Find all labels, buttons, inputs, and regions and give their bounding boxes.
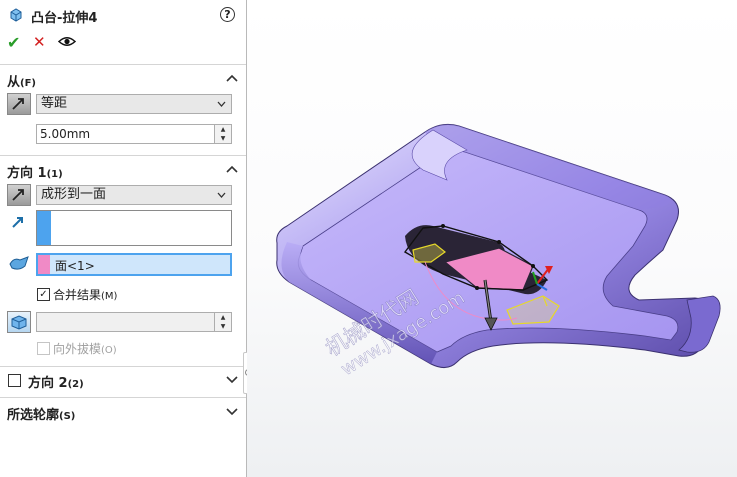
direction1-section-header[interactable]: 方向 1(1)	[7, 162, 63, 181]
property-manager: 凸台-拉伸4 ? ✔ ✕ 从(F) 等距 5.00mm ▲ ▼ 方向 1(1) 成…	[0, 0, 247, 477]
end-condition-select[interactable]: 成形到一面	[36, 185, 232, 205]
separator	[0, 397, 246, 398]
spin-buttons[interactable]: ▲ ▼	[214, 313, 231, 331]
from-condition-select[interactable]: 等距	[36, 94, 232, 114]
selected-contours-section-header[interactable]: 所选轮廓(S)	[7, 404, 75, 423]
spin-down-icon[interactable]: ▼	[215, 322, 231, 331]
chevron-up-icon[interactable]	[226, 165, 238, 173]
offset-value: 5.00mm	[40, 127, 91, 141]
direction-arrow-icon[interactable]	[10, 215, 26, 229]
merge-key: (M)	[101, 291, 118, 302]
from-key: (F)	[20, 78, 36, 89]
separator	[0, 366, 246, 367]
selected-face-item[interactable]: 面<1>	[55, 257, 95, 274]
merge-label-text: 合并结果	[53, 288, 102, 302]
cancel-button[interactable]: ✕	[33, 33, 46, 51]
selection-color-bar	[38, 255, 50, 274]
direction2-title: 方向 2	[28, 376, 68, 391]
direction2-key: (2)	[67, 379, 84, 390]
direction-vector-selection-box[interactable]	[36, 210, 232, 246]
merge-result-label[interactable]: 合并结果(M)	[53, 286, 117, 303]
from-condition-value: 等距	[41, 96, 68, 111]
chevron-up-icon[interactable]	[226, 74, 238, 82]
chevron-down-icon[interactable]	[226, 408, 238, 416]
draft-angle-field[interactable]: ▲ ▼	[36, 312, 232, 332]
selection-color-bar	[37, 211, 51, 245]
draft-key: (O)	[101, 345, 117, 356]
draft-icon[interactable]	[7, 311, 31, 333]
feature-title: 凸台-拉伸4	[31, 11, 98, 26]
sketch-point	[475, 286, 479, 290]
direction1-key: (1)	[46, 169, 63, 180]
separator	[0, 64, 246, 65]
merge-result-checkbox[interactable]: ✓	[37, 288, 50, 301]
chevron-down-icon	[217, 192, 226, 198]
end-condition-icon	[7, 184, 31, 206]
chevron-down-icon	[217, 101, 226, 107]
chevron-down-icon[interactable]	[226, 376, 238, 384]
boss-extrude-icon	[10, 8, 22, 22]
sketch-point	[497, 240, 501, 244]
spin-up-icon[interactable]: ▲	[215, 125, 231, 134]
sketch-point	[531, 264, 535, 268]
spin-down-icon[interactable]: ▼	[215, 134, 231, 143]
start-condition-icon	[7, 93, 31, 115]
spin-up-icon[interactable]: ▲	[215, 313, 231, 322]
face-selection-box[interactable]: 面<1>	[36, 253, 232, 276]
ok-button[interactable]: ✔	[7, 33, 20, 52]
end-condition-value: 成形到一面	[41, 187, 107, 202]
direction1-title: 方向 1	[7, 166, 47, 181]
selected-contours-key: (S)	[59, 411, 76, 422]
separator	[0, 155, 246, 156]
from-section-header[interactable]: 从(F)	[7, 71, 36, 90]
spin-buttons[interactable]: ▲ ▼	[214, 125, 231, 143]
draft-label-text: 向外拔模	[53, 342, 102, 356]
help-icon[interactable]: ?	[220, 7, 235, 22]
face-selection-icon	[9, 256, 29, 270]
direction2-checkbox[interactable]	[8, 374, 21, 387]
from-title: 从	[7, 75, 21, 90]
draft-outward-checkbox[interactable]	[37, 342, 50, 355]
selected-contours-title: 所选轮廓	[7, 408, 60, 423]
part-model[interactable]: 机械时代网 www.jxage.com	[247, 0, 737, 477]
preview-eye-icon[interactable]	[58, 36, 76, 47]
direction2-section-header[interactable]: 方向 2(2)	[28, 372, 84, 391]
draft-outward-label[interactable]: 向外拔模(O)	[53, 340, 117, 357]
graphics-viewport[interactable]: 机械时代网 www.jxage.com	[247, 0, 737, 477]
sketch-point	[441, 224, 445, 228]
offset-distance-field[interactable]: 5.00mm ▲ ▼	[36, 124, 232, 144]
